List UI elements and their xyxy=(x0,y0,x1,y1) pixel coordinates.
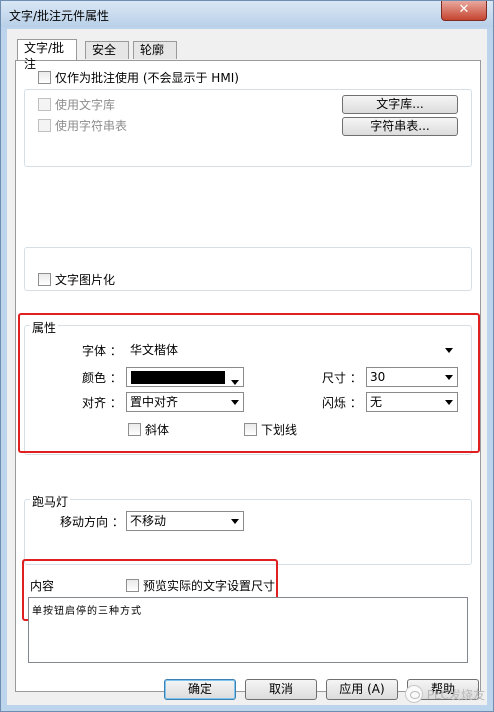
chevron-down-icon xyxy=(231,400,239,405)
italic-label: 斜体 xyxy=(145,423,170,437)
preview-size-checkbox[interactable]: 预览实际的文字设置尺寸 xyxy=(126,577,275,594)
watermark-text: PLC发烧友 xyxy=(426,687,485,702)
size-label: 尺寸 ： xyxy=(322,371,362,385)
text-library-button[interactable]: 文字库... xyxy=(342,95,458,114)
chevron-down-icon xyxy=(445,400,453,405)
use-library-checkbox[interactable]: 使用文字库 xyxy=(38,96,115,113)
tab-text-note[interactable]: 文字/批注 xyxy=(17,39,77,71)
use-string-table-checkbox-box[interactable] xyxy=(38,119,51,132)
window-title: 文字/批注元件属性 xyxy=(9,9,110,23)
wechat-icon xyxy=(404,685,423,703)
note-only-checkbox[interactable]: 仅作为批注使用 (不会显示于 HMI) xyxy=(38,69,239,86)
blink-select[interactable]: 无 xyxy=(366,392,458,412)
string-table-button[interactable]: 字符串表... xyxy=(342,117,458,136)
underline-label: 下划线 xyxy=(261,423,298,437)
direction-label: 移动方向 ： xyxy=(60,515,124,529)
dialog-client: 文字/批注 安全 轮廓 仅作为批注使用 (不会显示于 HMI) 使用文字库 使用… xyxy=(7,29,487,705)
color-swatch xyxy=(131,371,225,384)
watermark: PLC发烧友 xyxy=(404,685,485,703)
imageize-checkbox-box[interactable] xyxy=(38,273,51,286)
note-only-checkbox-box[interactable] xyxy=(38,71,51,84)
blink-value: 无 xyxy=(370,395,383,409)
chevron-down-icon xyxy=(445,348,453,353)
chevron-down-icon xyxy=(231,519,239,524)
chevron-down-icon xyxy=(445,375,453,380)
preview-size-checkbox-box[interactable] xyxy=(126,579,139,592)
chevron-down-icon xyxy=(231,380,239,385)
tab-security[interactable]: 安全 xyxy=(85,41,129,59)
imageize-checkbox[interactable]: 文字图片化 xyxy=(38,271,115,288)
use-string-table-checkbox[interactable]: 使用字符串表 xyxy=(38,117,127,134)
note-only-label: 仅作为批注使用 (不会显示于 HMI) xyxy=(55,71,239,85)
use-library-checkbox-box[interactable] xyxy=(38,98,51,111)
direction-select[interactable]: 不移动 xyxy=(126,511,244,531)
content-title: 内容 xyxy=(30,579,55,593)
apply-button[interactable]: 应用 (A) xyxy=(326,679,398,700)
content-textarea[interactable]: 单按钮启停的三种方式 xyxy=(28,597,468,663)
blink-label: 闪烁 ： xyxy=(322,396,362,410)
font-value: 华文楷体 xyxy=(130,343,179,357)
close-button[interactable]: ✕ xyxy=(441,1,487,21)
tab-page: 仅作为批注使用 (不会显示于 HMI) 使用文字库 使用字符串表 文字库... … xyxy=(15,60,481,692)
title-bar[interactable]: 文字/批注元件属性 ✕ xyxy=(1,1,493,27)
align-label: 对齐 ： xyxy=(82,396,122,410)
use-library-label: 使用文字库 xyxy=(55,98,116,112)
marquee-group xyxy=(24,499,472,565)
close-icon: ✕ xyxy=(458,2,470,17)
use-string-table-label: 使用字符串表 xyxy=(55,119,128,133)
dialog-window: 文字/批注元件属性 ✕ 文字/批注 安全 轮廓 仅作为批注使用 (不会显示于 H… xyxy=(0,0,494,712)
italic-checkbox[interactable]: 斜体 xyxy=(128,421,169,438)
ok-button[interactable]: 确定 xyxy=(164,679,236,700)
color-picker[interactable] xyxy=(126,367,244,387)
font-label: 字体 ： xyxy=(82,344,122,358)
font-select[interactable]: 华文楷体 xyxy=(126,340,458,360)
color-label: 颜色 ： xyxy=(82,371,122,385)
imageize-label: 文字图片化 xyxy=(55,273,116,287)
underline-checkbox-box[interactable] xyxy=(244,423,257,436)
cancel-button[interactable]: 取消 xyxy=(245,679,317,700)
preview-size-label: 预览实际的文字设置尺寸 xyxy=(143,579,276,593)
size-value: 30 xyxy=(370,370,386,384)
marquee-title: 跑马灯 xyxy=(30,493,71,510)
align-value: 置中对齐 xyxy=(130,395,179,409)
align-select[interactable]: 置中对齐 xyxy=(126,392,244,412)
italic-checkbox-box[interactable] xyxy=(128,423,141,436)
tab-outline[interactable]: 轮廓 xyxy=(133,41,177,59)
underline-checkbox[interactable]: 下划线 xyxy=(244,421,297,438)
size-select[interactable]: 30 xyxy=(366,367,458,387)
direction-value: 不移动 xyxy=(130,514,167,528)
